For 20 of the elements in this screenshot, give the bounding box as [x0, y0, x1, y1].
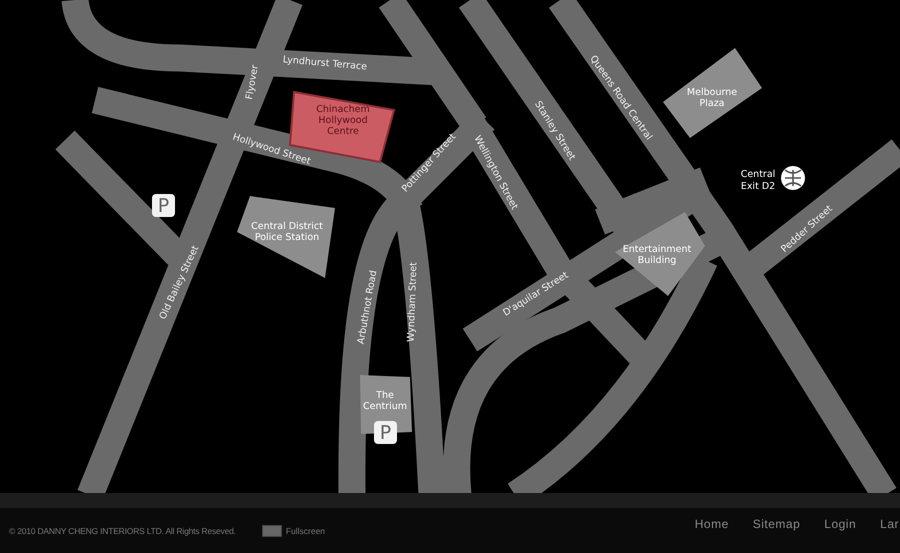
building-label: Entertainment Building	[622, 244, 692, 266]
street-label: Arbuthnot Road	[356, 270, 380, 345]
station-label: Central Exit D2	[740, 169, 776, 192]
street-label: Flyover	[244, 64, 261, 100]
building-label: The Centrium	[362, 390, 408, 412]
copyright-text: © 2010 DANNY CHENG INTERIORS LTD. All Rights Reseved.	[9, 526, 236, 536]
parking-sign: P	[152, 194, 175, 217]
building-label: Central District Police Station	[251, 221, 323, 243]
footer-link[interactable]: Sitemap	[752, 517, 800, 531]
fullscreen-toggle-icon[interactable]	[262, 524, 282, 536]
building-label: Melbourne Plaza	[686, 87, 738, 109]
street-label: Wyndham Street	[406, 262, 420, 342]
footer-link[interactable]: Login	[824, 517, 856, 531]
metro-station-icon	[781, 166, 805, 190]
street-label: Lyndhurst Terrace	[282, 54, 368, 73]
parking-sign: P	[374, 421, 397, 444]
footer-link[interactable]: Home	[694, 517, 729, 531]
building-label: Chinachem Hollywood Centre	[316, 104, 370, 137]
fullscreen-link[interactable]: Fullscreen	[286, 526, 326, 536]
footer-link[interactable]: Lar	[880, 517, 899, 531]
